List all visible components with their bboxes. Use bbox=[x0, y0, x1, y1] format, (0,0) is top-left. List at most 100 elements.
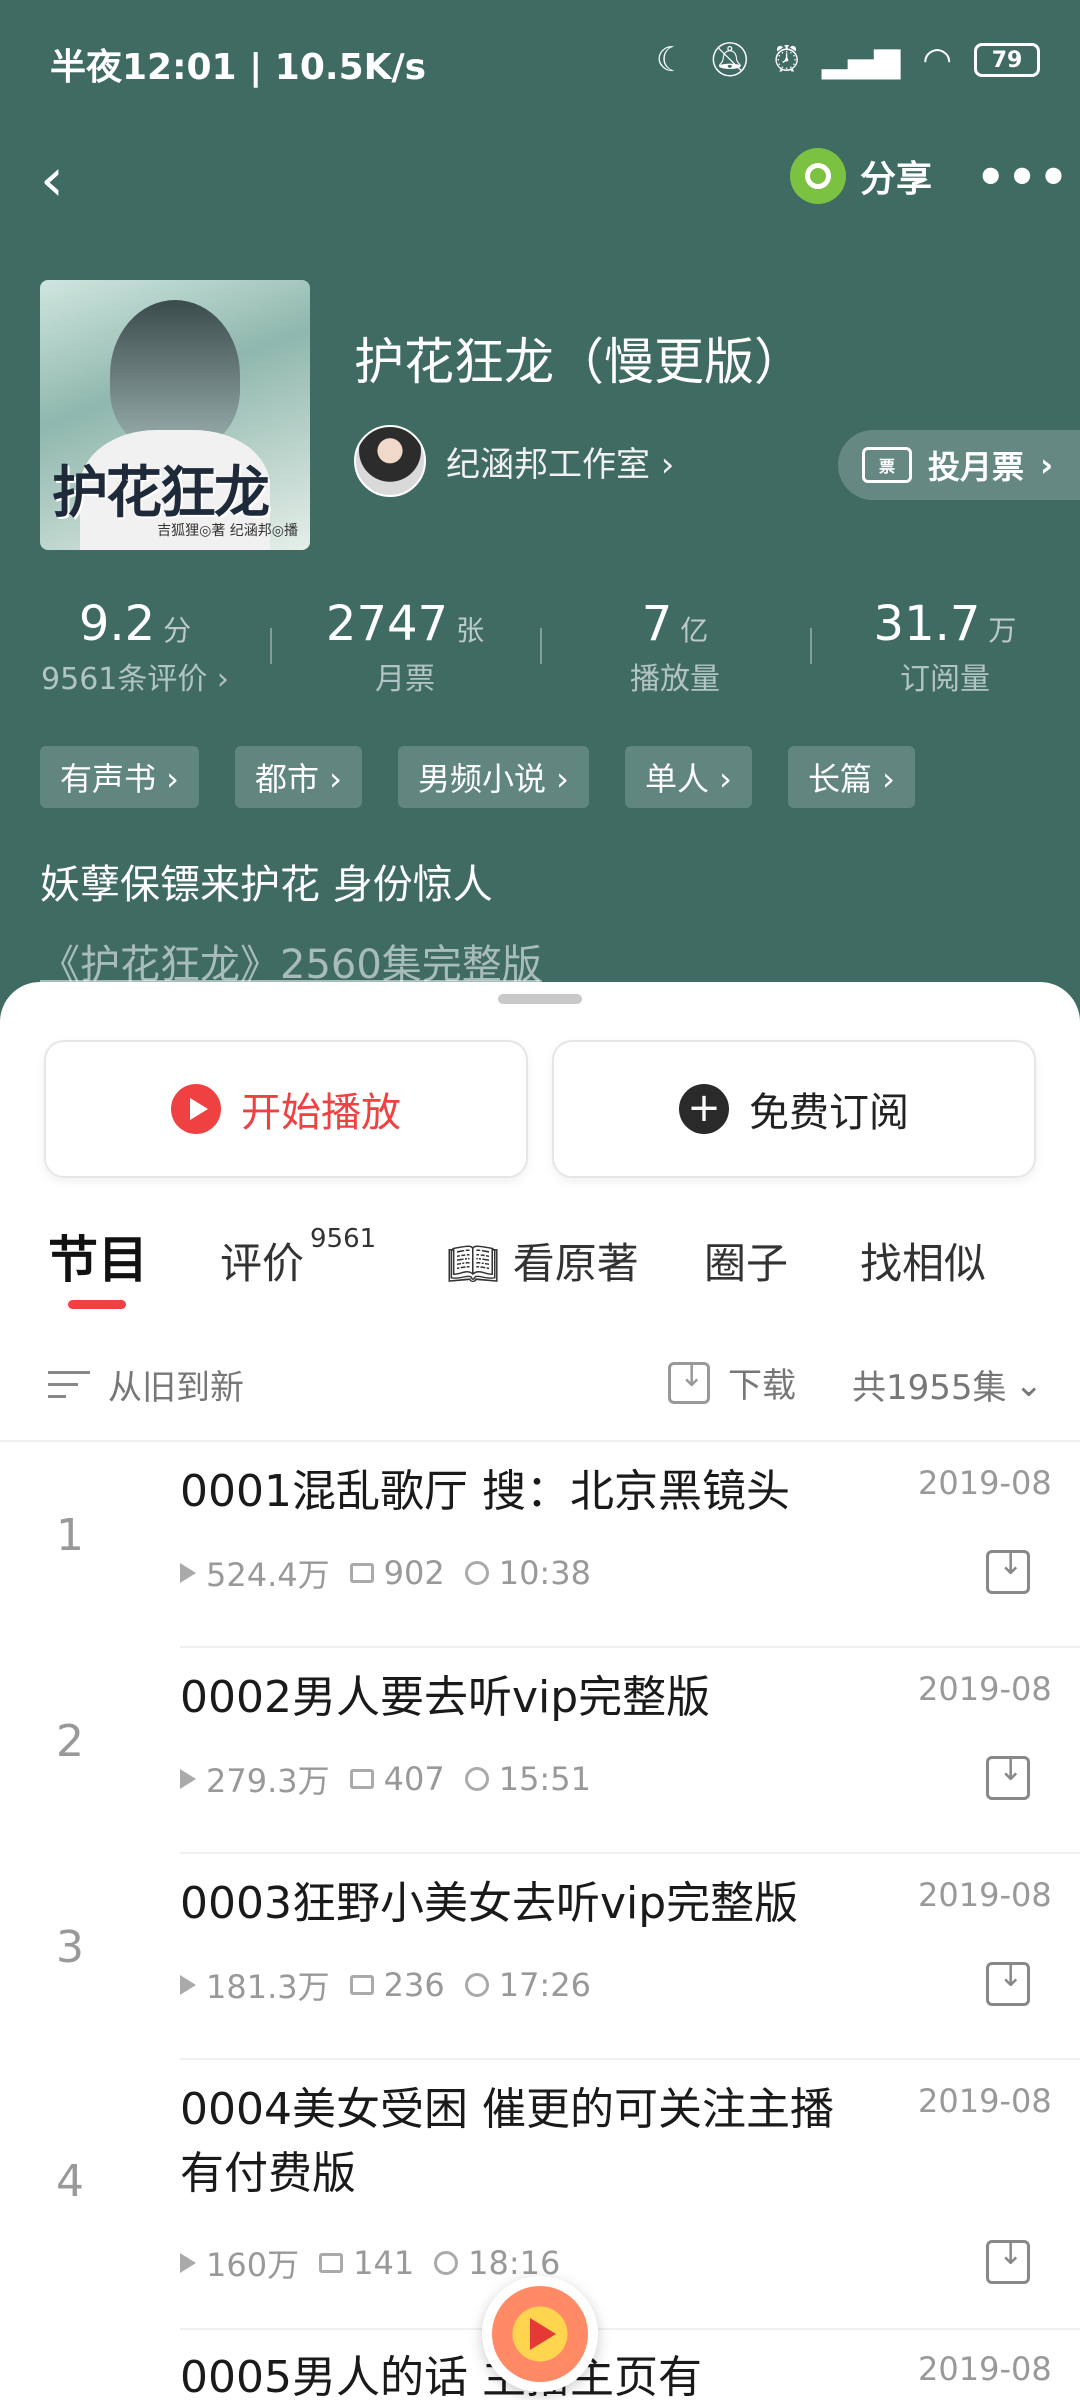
tab-original-label: 看原著 bbox=[512, 1239, 639, 1288]
stat-label: 播放量 bbox=[630, 662, 720, 697]
episode-date: 2019-08 bbox=[918, 1464, 1052, 1502]
stat-plays: 7亿 播放量 bbox=[540, 596, 810, 706]
status-time: 半夜12:01 | 10.5K/s bbox=[50, 47, 427, 88]
stat-unit: 万 bbox=[988, 614, 1017, 647]
stat-label: 月票 bbox=[375, 662, 435, 697]
sort-label: 从旧到新 bbox=[108, 1368, 244, 1408]
download-label: 下载 bbox=[728, 1366, 796, 1406]
stat-subscriptions: 31.7 万 订阅量 bbox=[810, 596, 1080, 706]
tag-chip[interactable]: 男频小说 › bbox=[397, 746, 589, 808]
episode-date: 2019-08 bbox=[918, 2082, 1052, 2120]
stat-number: 7 bbox=[641, 596, 673, 652]
tab-similar[interactable]: 找相似 bbox=[860, 1230, 986, 1291]
play-count: 524.4万 bbox=[206, 1556, 330, 1594]
wifi-icon: ◠ bbox=[922, 40, 952, 80]
tag-chip[interactable]: 长篇 › bbox=[787, 746, 915, 808]
mini-player-play-icon bbox=[492, 2286, 588, 2382]
sheet-grabber[interactable] bbox=[498, 994, 582, 1004]
stat-unit: 分 bbox=[163, 614, 192, 647]
open-book-icon: 📖︎ bbox=[446, 1239, 500, 1288]
chevron-down-icon: ⌄ bbox=[1014, 1364, 1044, 1405]
comment-icon bbox=[349, 1975, 374, 1995]
duration: 10:38 bbox=[498, 1554, 591, 1592]
comment-icon bbox=[349, 1563, 374, 1583]
comment-count: 141 bbox=[353, 2244, 415, 2282]
play-icon bbox=[171, 1084, 221, 1134]
stat-tickets: 2747 张 月票 bbox=[270, 596, 540, 706]
comment-count: 902 bbox=[383, 1554, 445, 1592]
book-title: 护花狂龙（慢更版） bbox=[354, 333, 804, 391]
nav-bar: ‹ 分享 ••• bbox=[0, 130, 1080, 240]
share-label: 分享 bbox=[860, 159, 933, 200]
download-icon[interactable] bbox=[986, 2237, 1030, 2284]
subscribe-label: 免费订阅 bbox=[749, 1090, 909, 1136]
sort-button[interactable]: 从旧到新 bbox=[48, 1360, 244, 1409]
battery-icon: 79 bbox=[974, 43, 1040, 77]
start-play-button[interactable]: 开始播放 bbox=[44, 1040, 528, 1178]
episode-date: 2019-08 bbox=[918, 2350, 1052, 2388]
list-item[interactable]: 3 0003狂野小美女去听vip完整版 2019-08 181.3万 236 1… bbox=[0, 1854, 1080, 2060]
episode-index: 4 bbox=[56, 2156, 84, 2207]
stat-label: 订阅量 bbox=[900, 662, 990, 697]
tab-circle[interactable]: 圈子 bbox=[704, 1230, 788, 1291]
play-count: 181.3万 bbox=[206, 1968, 330, 2006]
clock-icon bbox=[464, 1561, 489, 1585]
stat-number: 31.7 bbox=[873, 596, 981, 652]
duration: 15:51 bbox=[498, 1760, 591, 1798]
list-item[interactable]: 1 0001混乱歌厅 搜：北京黑镜头 2019-08 524.4万 902 10… bbox=[0, 1442, 1080, 1648]
play-count-icon bbox=[180, 1975, 196, 1995]
cover-subtitle: 吉狐狸◎著 纪涵邦◎播 bbox=[157, 523, 298, 539]
tag-chip[interactable]: 单人 › bbox=[624, 746, 752, 808]
episode-index: 3 bbox=[56, 1922, 84, 1973]
moon-icon: ☾ bbox=[655, 40, 687, 80]
signal-icon: ▂▄▆ bbox=[821, 40, 901, 80]
download-icon bbox=[668, 1359, 710, 1404]
download-icon[interactable] bbox=[986, 1959, 1030, 2006]
stats-row: 9.2 分 9561条评价 › 2747 张 月票 7亿 播放量 31.7 万 订阅量 bbox=[0, 596, 1080, 706]
tab-program[interactable]: 节目 bbox=[48, 1220, 148, 1292]
alarm-icon: ⏰︎ bbox=[773, 40, 800, 80]
episode-meta: 160万 141 18:16 bbox=[180, 2240, 560, 2286]
play-count-icon bbox=[180, 1563, 196, 1583]
more-icon[interactable]: ••• bbox=[976, 150, 1070, 204]
start-play-label: 开始播放 bbox=[241, 1090, 401, 1136]
episode-title: 0002男人要去听vip完整版 bbox=[180, 1672, 711, 1723]
play-count: 279.3万 bbox=[206, 1762, 330, 1800]
episode-title: 0003狂野小美女去听vip完整版 bbox=[180, 1878, 799, 1929]
mini-player-button[interactable] bbox=[482, 2276, 598, 2392]
episode-index: 1 bbox=[56, 1510, 84, 1561]
tab-indicator bbox=[68, 1300, 126, 1309]
stat-label: 9561条评价 › bbox=[41, 662, 229, 697]
tab-original[interactable]: 📖︎ 看原著 bbox=[446, 1230, 639, 1291]
book-cover[interactable]: 护花狂龙 吉狐狸◎著 纪涵邦◎播 bbox=[40, 280, 310, 550]
tag-chip[interactable]: 都市 › bbox=[234, 746, 362, 808]
stat-unit: 亿 bbox=[680, 614, 709, 647]
ticket-icon: 票 bbox=[862, 447, 912, 483]
download-icon[interactable] bbox=[986, 1753, 1030, 1800]
comment-icon bbox=[349, 1769, 374, 1789]
back-icon[interactable]: ‹ bbox=[40, 150, 100, 210]
comment-count: 407 bbox=[383, 1760, 445, 1798]
episode-index: 2 bbox=[56, 1716, 84, 1767]
play-count: 160万 bbox=[206, 2246, 300, 2284]
tab-review[interactable]: 评价 9561 bbox=[220, 1224, 376, 1291]
episode-count-selector[interactable]: 共1955集 ⌄ bbox=[852, 1360, 1043, 1409]
vote-monthly-ticket-button[interactable]: 票 投月票 › bbox=[838, 430, 1080, 500]
chevron-right-icon: › bbox=[1040, 446, 1054, 484]
stat-rating[interactable]: 9.2 分 9561条评价 › bbox=[0, 596, 270, 706]
list-item[interactable]: 2 0002男人要去听vip完整版 2019-08 279.3万 407 15:… bbox=[0, 1648, 1080, 1854]
download-button[interactable]: 下载 bbox=[668, 1358, 796, 1407]
subscribe-button[interactable]: + 免费订阅 bbox=[552, 1040, 1036, 1178]
episode-count: 共1955集 bbox=[852, 1368, 1007, 1408]
tag-chip[interactable]: 有声书 › bbox=[40, 746, 199, 808]
episode-meta: 279.3万 407 15:51 bbox=[180, 1756, 591, 1802]
duration: 17:26 bbox=[498, 1966, 591, 2004]
share-button[interactable]: 分享 bbox=[790, 148, 932, 204]
author-link[interactable]: 纪涵邦工作室 › bbox=[354, 425, 674, 497]
clock-icon bbox=[464, 1767, 489, 1791]
clock-icon bbox=[434, 2251, 459, 2275]
download-icon[interactable] bbox=[986, 1547, 1030, 1594]
cover-title: 护花狂龙 bbox=[52, 461, 270, 526]
description-line: 妖孽保镖来护花 身份惊人 bbox=[40, 862, 493, 908]
plus-icon: + bbox=[679, 1084, 729, 1134]
